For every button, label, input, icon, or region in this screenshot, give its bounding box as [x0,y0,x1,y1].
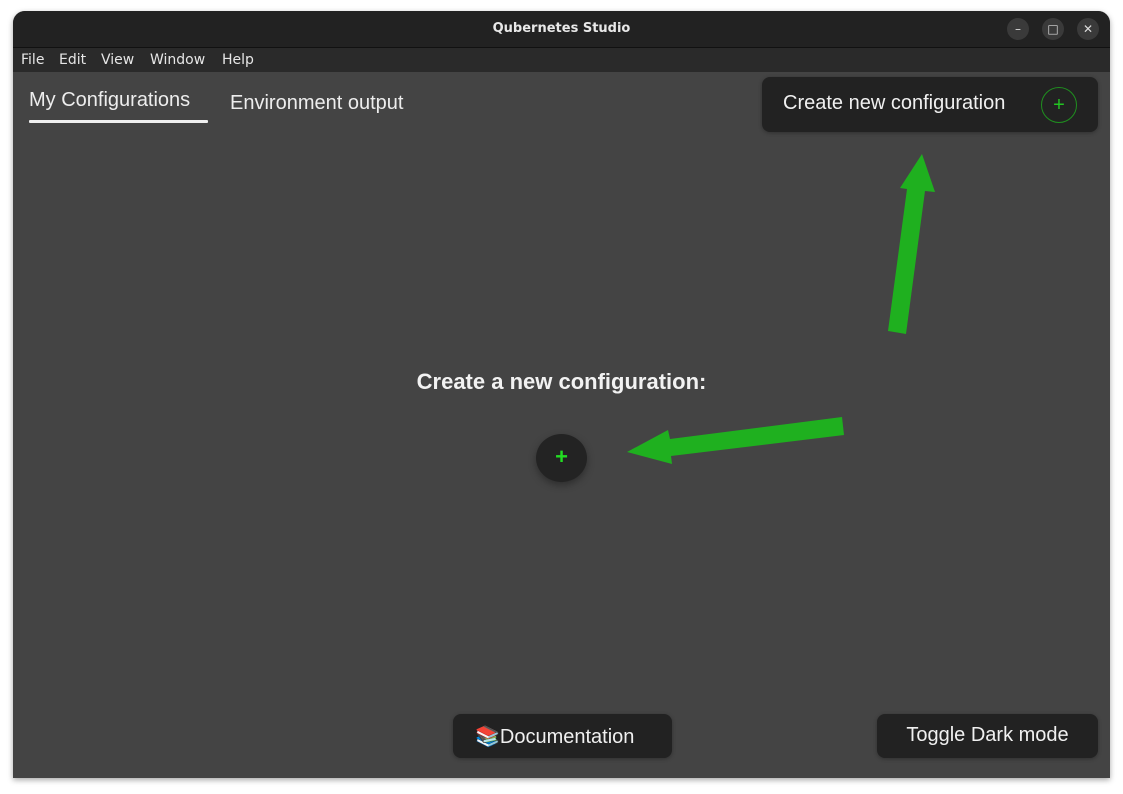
create-new-configuration-button[interactable]: Create new configuration + [762,77,1098,132]
menu-help[interactable]: Help [222,48,254,72]
tab-my-configurations[interactable]: My Configurations [29,89,190,112]
app-window: Qubernetes Studio – □ ✕ File Edit View W… [13,11,1110,778]
add-configuration-button[interactable]: + [536,434,587,482]
menu-edit[interactable]: Edit [59,48,86,72]
documentation-button[interactable]: 📚Documentation [453,714,672,758]
documentation-text: Documentation [499,726,635,748]
tab-environment-output[interactable]: Environment output [230,92,403,115]
plus-icon: + [1041,87,1077,123]
maximize-button[interactable]: □ [1042,18,1064,40]
toggle-dark-mode-button[interactable]: Toggle Dark mode [877,714,1098,758]
menu-file[interactable]: File [21,48,44,72]
window-title: Qubernetes Studio [492,21,631,36]
title-bar[interactable]: Qubernetes Studio – □ ✕ [13,11,1110,48]
close-button[interactable]: ✕ [1077,18,1099,40]
menu-view[interactable]: View [101,48,134,72]
minimize-button[interactable]: – [1007,18,1029,40]
active-tab-indicator [29,120,208,123]
documentation-button-label: 📚Documentation [475,724,634,749]
menu-window[interactable]: Window [150,48,205,72]
create-button-label: Create new configuration [783,92,1006,114]
menu-bar: File Edit View Window Help [13,48,1110,72]
empty-state-heading: Create a new configuration: [416,369,707,394]
books-icon: 📚 [475,726,500,748]
toggle-dark-mode-label: Toggle Dark mode [906,724,1069,746]
